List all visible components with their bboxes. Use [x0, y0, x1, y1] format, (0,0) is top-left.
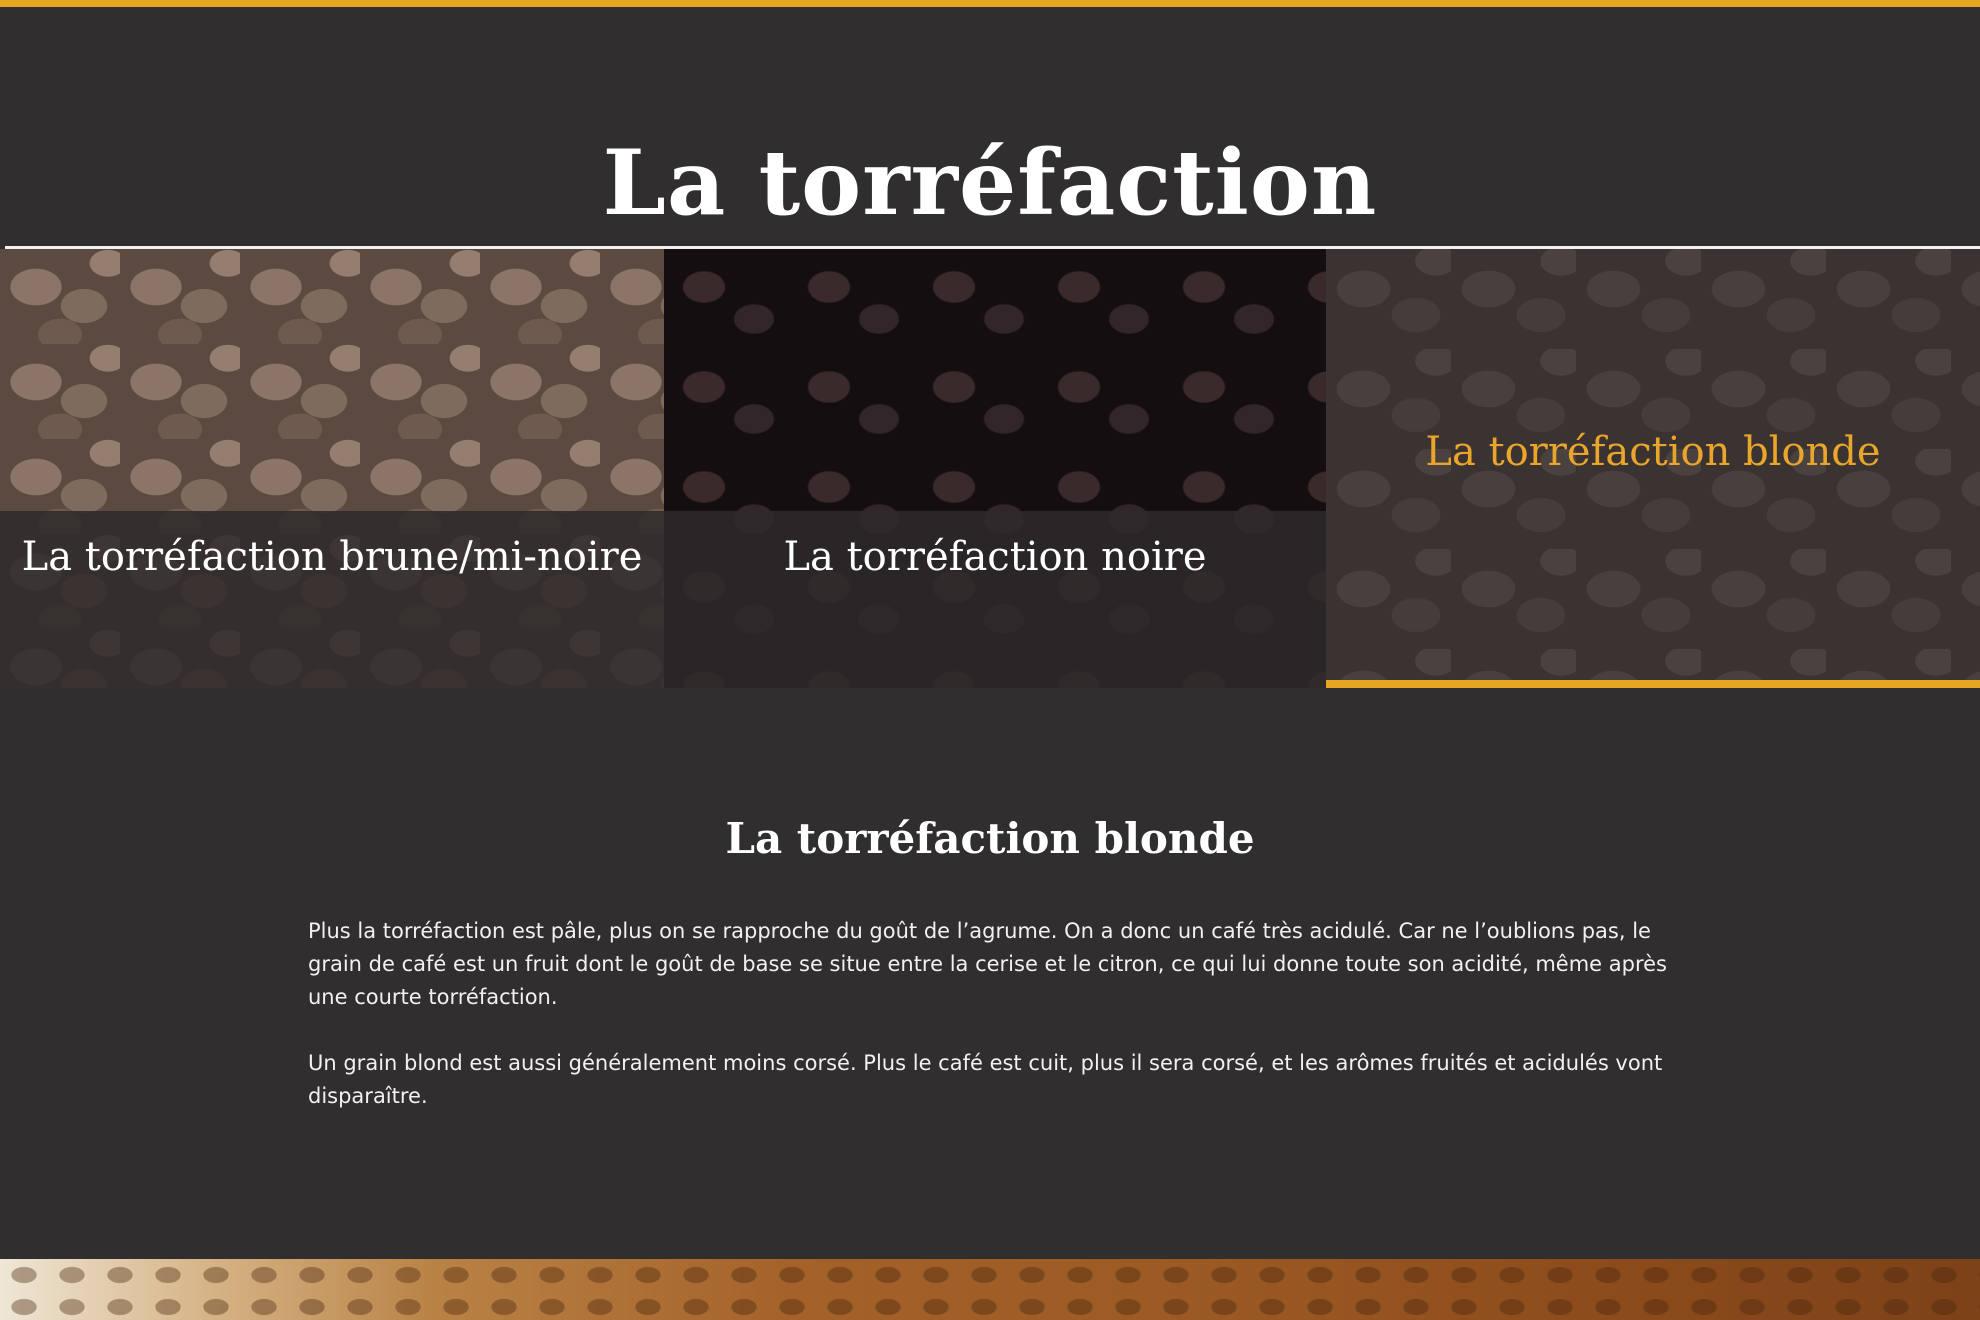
tab-torrefaction-blonde[interactable]: La torréfaction blonde	[1326, 249, 1980, 688]
coffee-sack-image	[0, 1259, 1980, 1320]
top-accent-bar	[0, 0, 1980, 7]
tab-torrefaction-noire[interactable]: La torréfaction noire	[664, 249, 1326, 688]
page-title: La torréfaction	[602, 130, 1378, 237]
paragraph: Plus la torréfaction est pâle, plus on s…	[308, 919, 1668, 1009]
page: La torréfaction La torréfaction brune/mi…	[0, 0, 1980, 1320]
section-body: Plus la torréfaction est pâle, plus on s…	[308, 915, 1678, 1146]
roast-tabs: La torréfaction brune/mi-noire La torréf…	[0, 249, 1980, 688]
tab-label-noire: La torréfaction noire	[783, 534, 1207, 580]
tab-label-brune: La torréfaction brune/mi-noire	[21, 534, 643, 580]
section-heading: La torréfaction blonde	[725, 813, 1255, 863]
tab-torrefaction-brune[interactable]: La torréfaction brune/mi-noire	[0, 249, 664, 688]
tab-label-blonde: La torréfaction blonde	[1425, 429, 1881, 475]
active-tab-indicator	[1326, 680, 1980, 688]
paragraph: Un grain blond est aussi généralement mo…	[308, 1051, 1663, 1108]
